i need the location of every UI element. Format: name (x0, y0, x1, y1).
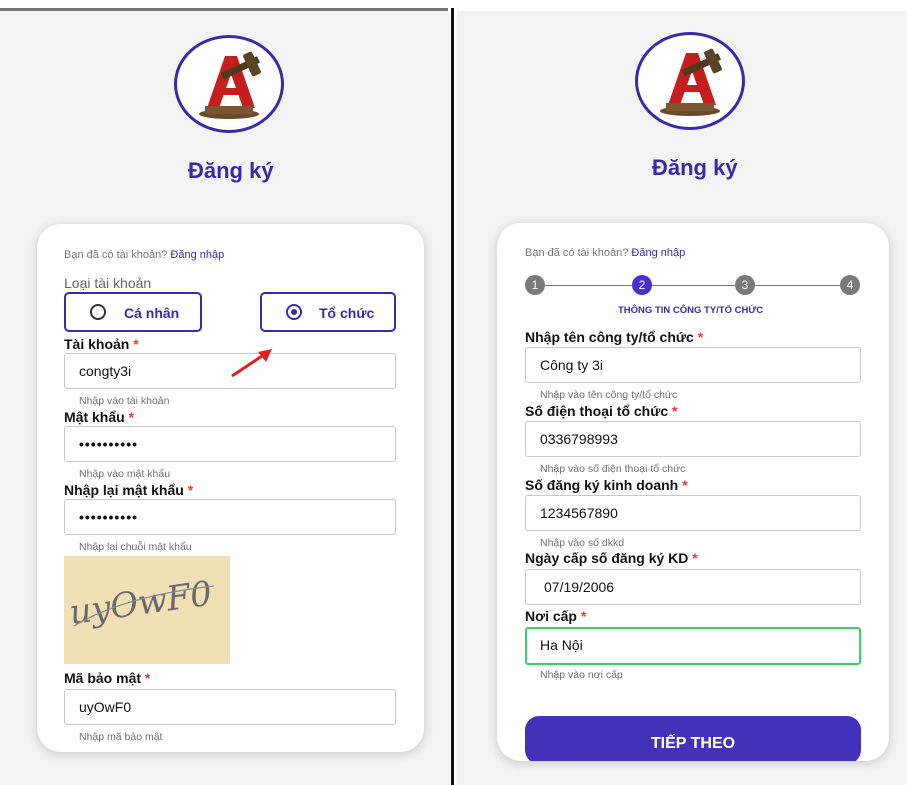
username-help: Nhập vào tài khoản (79, 395, 170, 407)
step-1[interactable]: 1 (525, 275, 545, 295)
radio-individual-label: Cá nhân (124, 305, 180, 321)
left-screen: Đăng ký Bạn đã có tài khoản? Đăng nhập L… (0, 11, 450, 785)
stepper-line (545, 285, 855, 286)
radio-organization-label: Tổ chức (319, 305, 375, 321)
captcha-text: uyOwF0 (67, 574, 214, 634)
required-mark: * (697, 329, 704, 345)
security-label-text: Mã bảo mật (64, 670, 142, 686)
username-label: Tài khoản * (64, 336, 139, 352)
step-caption: THÔNG TIN CÔNG TY/TỔ CHỨC (618, 305, 764, 316)
issue-place-label: Nơi cấp * (525, 608, 586, 624)
company-label-text: Nhập tên công ty/tổ chức (525, 329, 694, 345)
captcha-image: uyOwF0 (64, 556, 230, 664)
login-prompt: Bạn đã có tài khoản? Đăng nhập (525, 247, 685, 259)
register-card: Bạn đã có tài khoản? Đăng nhập Loại tài … (37, 224, 424, 752)
required-mark: * (672, 403, 678, 419)
step-3[interactable]: 3 (735, 275, 755, 295)
next-button[interactable]: TIẾP THEO (525, 716, 861, 761)
company-name-label: Nhập tên công ty/tổ chức * (525, 329, 703, 345)
radio-selected-icon (286, 304, 302, 320)
login-prompt-text: Bạn đã có tài khoản? (525, 247, 629, 259)
step-4[interactable]: 4 (840, 275, 860, 295)
password-input[interactable]: •••••••••• (64, 426, 396, 462)
required-mark: * (144, 670, 151, 686)
org-phone-input[interactable]: 0336798993 (525, 421, 861, 457)
required-mark: * (682, 477, 688, 493)
bizreg-label-text: Số đăng ký kinh doanh (525, 477, 679, 493)
confirm-password-input[interactable]: •••••••••• (64, 499, 396, 535)
company-name-input[interactable]: Công ty 3i (525, 347, 861, 383)
business-reg-help: Nhập vào số dkkd (540, 537, 625, 549)
right-screen: Đăng ký Bạn đã có tài khoản? Đăng nhập 1… (457, 11, 907, 785)
radio-individual[interactable]: Cá nhân (64, 292, 202, 332)
issue-place-label-text: Nơi cấp (525, 608, 577, 624)
business-reg-input[interactable]: 1234567890 (525, 495, 861, 531)
logo-gavel-icon (635, 32, 745, 130)
security-code-input[interactable]: uyOwF0 (64, 689, 396, 725)
radio-icon (90, 304, 106, 320)
issue-place-help: Nhập vào nơi cấp (540, 669, 623, 681)
security-code-help: Nhập mã bảo mật (79, 731, 163, 743)
org-phone-label: Số điện thoại tổ chức * (525, 403, 678, 419)
account-type-label: Loại tài khoản (64, 275, 152, 291)
business-reg-label: Số đăng ký kinh doanh * (525, 477, 688, 493)
issue-date-label-text: Ngày cấp số đăng ký KD (525, 550, 689, 566)
login-prompt-text: Bạn đã có tài khoản? (64, 249, 168, 261)
register-card: Bạn đã có tài khoản? Đăng nhập 1 2 3 4 T… (497, 223, 889, 761)
issue-place-input[interactable]: Ha Nội (525, 627, 861, 665)
required-mark: * (128, 409, 135, 425)
security-code-label: Mã bảo mật * (64, 670, 150, 686)
step-2-active[interactable]: 2 (632, 275, 652, 295)
issue-date-label: Ngày cấp số đăng ký KD * (525, 550, 698, 566)
logo-gavel-icon (174, 35, 284, 133)
confirm-password-help: Nhập lại chuỗi mật khẩu (79, 541, 192, 553)
login-link[interactable]: Đăng nhập (631, 247, 685, 259)
required-mark: * (187, 482, 194, 498)
required-mark: * (133, 336, 139, 352)
required-mark: * (580, 608, 587, 624)
phone-label-text: Số điện thoại tổ chức (525, 403, 669, 419)
red-arrow-annotation (231, 349, 272, 378)
username-label-text: Tài khoản (64, 336, 130, 352)
page-title: Đăng ký (188, 158, 274, 183)
confirm-label-text: Nhập lại mật khẩu (64, 482, 184, 498)
company-name-help: Nhập vào tên công ty/tổ chức (540, 389, 678, 401)
login-link[interactable]: Đăng nhập (170, 249, 224, 261)
password-label-text: Mật khẩu (64, 409, 125, 425)
required-mark: * (692, 550, 698, 566)
issue-date-input[interactable]: 07/19/2006 (525, 569, 861, 605)
password-help: Nhập vào mật khẩu (79, 468, 171, 480)
password-label: Mật khẩu * (64, 409, 134, 425)
login-prompt: Bạn đã có tài khoản? Đăng nhập (64, 249, 224, 261)
page-title: Đăng ký (652, 155, 738, 180)
radio-organization[interactable]: Tổ chức (260, 292, 396, 332)
confirm-password-label: Nhập lại mật khẩu * (64, 482, 193, 498)
org-phone-help: Nhập vào số điện thoại tổ chức (540, 463, 686, 475)
screen-divider (451, 8, 454, 785)
